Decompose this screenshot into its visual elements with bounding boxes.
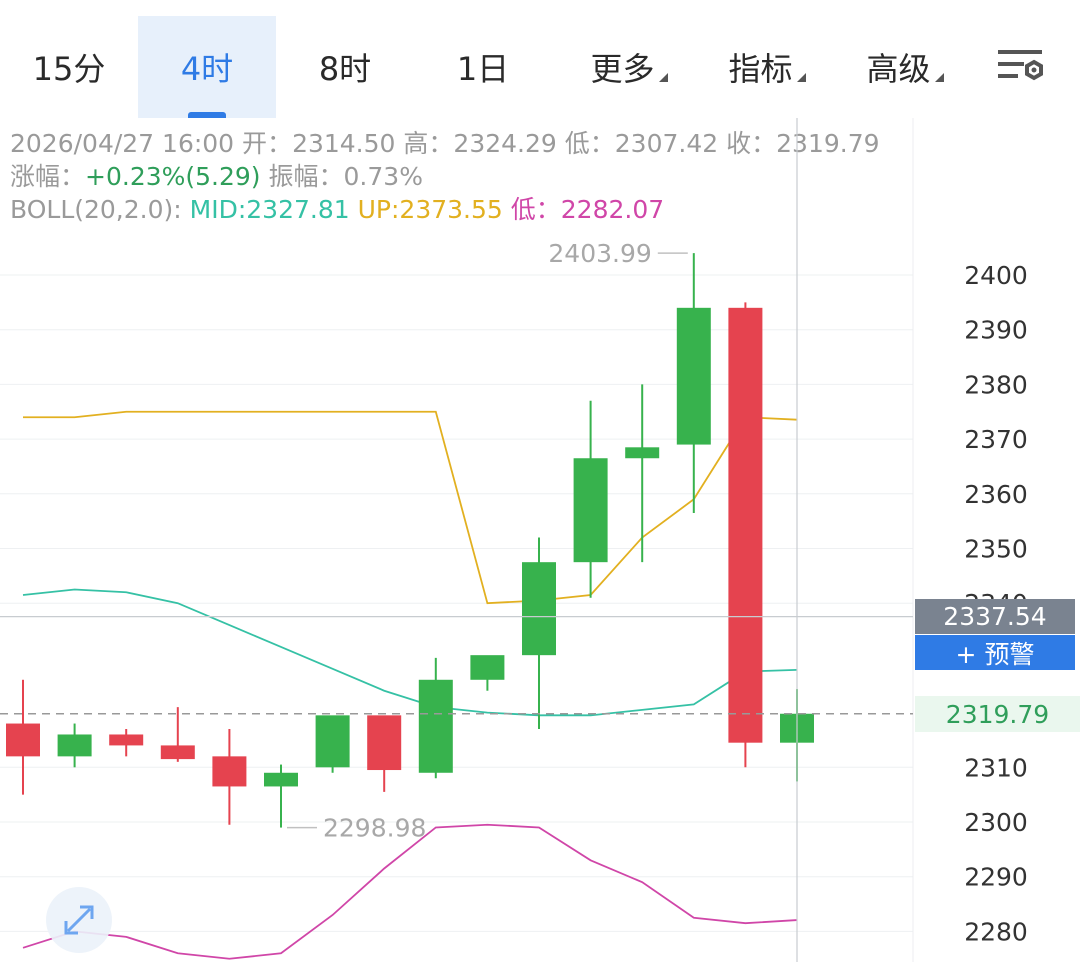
y-tick-label: 2280 [964,917,1028,946]
y-tick-label: 2290 [964,863,1028,892]
y-tick-label: 2310 [964,753,1028,782]
y-tick-label: 2380 [964,370,1028,399]
candle-body [625,447,660,459]
candle-body [418,679,453,773]
candle-body [6,723,40,757]
y-tick-label: 2370 [964,425,1028,454]
candle-body [160,745,195,760]
candle-body [573,458,608,563]
add-alert-button[interactable]: + 预警 [915,635,1075,670]
candle-body [728,307,763,743]
boll-lower-line [22,823,798,960]
candlestick-chart[interactable]: 2400239023802370236023502340231023002290… [0,0,1080,962]
last-close-tag: 2319.79 [915,696,1080,732]
y-tick-label: 2400 [964,261,1028,290]
y-tick-label: 2390 [964,316,1028,345]
candle-body [315,715,350,768]
min-price-label: 2298.98 [323,814,426,843]
crosshair-price-tag: 2337.54 [915,599,1075,634]
expand-chart-button[interactable] [46,887,112,953]
boll-mid-line [22,588,798,717]
y-tick-label: 2360 [964,480,1028,509]
candle-body [57,734,92,757]
candle-body [367,715,402,771]
candle-body [109,734,144,746]
candle-body [522,562,556,656]
max-price-label: 2403.99 [548,239,651,268]
y-tick-label: 2350 [964,535,1028,564]
candle-body [676,307,711,445]
candle-body [470,655,505,680]
candle-body [264,772,298,787]
expand-icon [64,905,94,935]
candle-body [212,756,247,787]
y-tick-label: 2300 [964,808,1028,837]
